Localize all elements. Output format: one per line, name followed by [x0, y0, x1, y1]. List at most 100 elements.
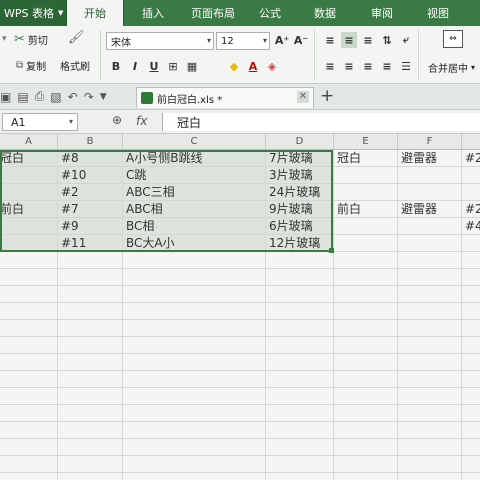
cell[interactable] — [0, 320, 58, 337]
cell[interactable] — [334, 456, 398, 473]
cell[interactable] — [0, 303, 58, 320]
cell[interactable] — [0, 439, 58, 456]
fill-handle[interactable] — [329, 248, 334, 253]
cell[interactable] — [123, 337, 266, 354]
cell[interactable] — [58, 422, 123, 439]
cell[interactable] — [58, 371, 123, 388]
cell[interactable] — [0, 184, 58, 201]
align-middle-icon[interactable]: ≡ — [341, 32, 357, 48]
cell[interactable] — [266, 422, 334, 439]
cell[interactable] — [398, 320, 462, 337]
cell[interactable] — [123, 405, 266, 422]
undo-icon[interactable]: ↶ — [68, 90, 78, 104]
cell[interactable] — [58, 354, 123, 371]
cell[interactable] — [334, 337, 398, 354]
font-size-select[interactable]: 12 ▾ — [216, 32, 270, 50]
cell[interactable] — [398, 371, 462, 388]
cell[interactable] — [398, 303, 462, 320]
copy-button[interactable]: ⧉ 复制 — [16, 58, 46, 73]
cell[interactable] — [334, 320, 398, 337]
cell[interactable] — [398, 456, 462, 473]
cell[interactable] — [58, 320, 123, 337]
cell[interactable]: ABC相 — [123, 201, 266, 218]
cell[interactable] — [266, 405, 334, 422]
save-icon[interactable]: ▣ — [0, 90, 11, 104]
cell[interactable] — [462, 337, 480, 354]
cell[interactable] — [398, 405, 462, 422]
cell[interactable] — [398, 286, 462, 303]
bold-icon[interactable]: B — [108, 58, 124, 74]
cell[interactable] — [334, 388, 398, 405]
cell[interactable]: 9片玻璃 — [266, 201, 334, 218]
cell[interactable] — [123, 456, 266, 473]
cell[interactable] — [334, 354, 398, 371]
app-menu-button[interactable]: WPS 表格 ▼ — [0, 0, 66, 26]
align-left-icon[interactable]: ≡ — [322, 58, 338, 74]
tab-review[interactable]: 审阅 — [354, 0, 410, 26]
cell[interactable] — [398, 439, 462, 456]
cell[interactable] — [0, 422, 58, 439]
cell[interactable] — [123, 320, 266, 337]
align-right-icon[interactable]: ≡ — [360, 58, 376, 74]
zoom-search-icon[interactable]: ⊕ — [112, 113, 122, 127]
cell[interactable] — [266, 354, 334, 371]
cell[interactable]: 7片玻璃 — [266, 150, 334, 167]
cell[interactable] — [334, 167, 398, 184]
cell[interactable] — [0, 286, 58, 303]
cell[interactable]: #7 — [58, 201, 123, 218]
cell[interactable]: #11 — [58, 235, 123, 252]
cell[interactable] — [58, 286, 123, 303]
align-center-icon[interactable]: ≡ — [341, 58, 357, 74]
cell[interactable] — [266, 252, 334, 269]
wrap-text-icon[interactable]: ⤶ — [398, 32, 414, 48]
cell[interactable] — [462, 456, 480, 473]
cell[interactable] — [398, 184, 462, 201]
cell[interactable] — [462, 252, 480, 269]
cell[interactable] — [334, 303, 398, 320]
cell[interactable] — [266, 388, 334, 405]
cell[interactable]: C跳 — [123, 167, 266, 184]
cell[interactable] — [0, 167, 58, 184]
cell[interactable] — [123, 439, 266, 456]
merge-center-button[interactable]: 合并居中 ▾ — [428, 60, 475, 75]
cell[interactable]: ABC三相 — [123, 184, 266, 201]
cell[interactable] — [123, 371, 266, 388]
cell[interactable] — [334, 252, 398, 269]
cell[interactable] — [58, 269, 123, 286]
italic-icon[interactable]: I — [127, 58, 143, 74]
cell[interactable]: #2 — [58, 184, 123, 201]
cell[interactable] — [334, 473, 398, 480]
cell[interactable] — [462, 371, 480, 388]
tab-home[interactable]: 开始 — [66, 0, 124, 26]
cell[interactable] — [334, 184, 398, 201]
distributed-icon[interactable]: ☰ — [398, 58, 414, 74]
cell[interactable] — [266, 439, 334, 456]
font-name-select[interactable]: 宋体 ▾ — [106, 32, 214, 50]
clear-format-icon[interactable]: ◈ — [264, 58, 280, 74]
merge-cells-icon[interactable]: ▦ — [184, 58, 200, 74]
col-header-c[interactable]: C — [123, 134, 266, 150]
cell[interactable]: 前白 — [0, 201, 58, 218]
cell[interactable]: #9 — [58, 218, 123, 235]
cell[interactable] — [0, 473, 58, 480]
cell[interactable] — [266, 269, 334, 286]
cell[interactable]: #10 — [58, 167, 123, 184]
tab-formulas[interactable]: 公式 — [244, 0, 296, 26]
col-header-e[interactable]: E — [334, 134, 398, 150]
decrease-font-icon[interactable]: A⁻ — [293, 32, 309, 48]
cell[interactable] — [462, 405, 480, 422]
cell[interactable] — [58, 405, 123, 422]
cell[interactable] — [462, 354, 480, 371]
cell[interactable] — [123, 388, 266, 405]
cell[interactable]: 避雷器 — [398, 150, 462, 167]
cell[interactable] — [334, 218, 398, 235]
justify-icon[interactable]: ≡ — [379, 58, 395, 74]
cell[interactable]: 6片玻璃 — [266, 218, 334, 235]
cell[interactable] — [398, 354, 462, 371]
cell[interactable] — [123, 286, 266, 303]
align-bottom-icon[interactable]: ≡ — [360, 32, 376, 48]
cell[interactable] — [398, 167, 462, 184]
cell[interactable] — [0, 354, 58, 371]
cell[interactable]: 12片玻璃 — [266, 235, 334, 252]
cell[interactable] — [123, 269, 266, 286]
